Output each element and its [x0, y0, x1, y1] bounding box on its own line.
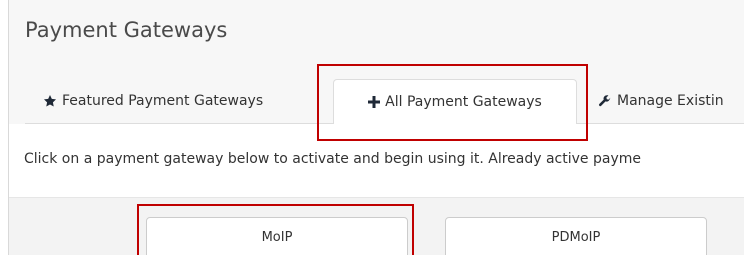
intro-text: Click on a payment gateway below to acti…: [24, 151, 641, 167]
tab-all-payment-gateways[interactable]: All Payment Gateways: [333, 79, 577, 125]
gateway-button-moip[interactable]: MoIP: [146, 217, 408, 255]
tab-label: Featured Payment Gateways: [62, 93, 264, 109]
tab-featured-payment-gateways[interactable]: Featured Payment Gateways: [43, 79, 263, 123]
wrench-icon: [598, 94, 612, 108]
plus-icon: [368, 96, 381, 108]
page-title: Payment Gateways: [25, 18, 228, 42]
tab-manage-existing-gateways[interactable]: Manage Existin: [598, 79, 724, 123]
payment-gateways-panel: Payment Gateways Featured Payment Gatewa…: [8, 0, 744, 255]
star-icon: [43, 94, 57, 108]
tab-label: All Payment Gateways: [385, 94, 542, 110]
gateway-button-pdmoip[interactable]: PDMoIP: [445, 217, 707, 255]
tab-label: Manage Existin: [617, 93, 724, 109]
